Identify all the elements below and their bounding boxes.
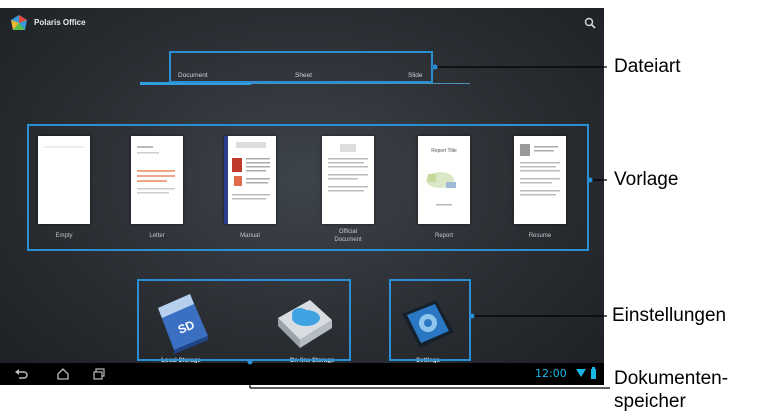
storage-section: SD Local Storage On-line Storage Setting… (0, 288, 604, 368)
search-icon[interactable] (584, 17, 596, 29)
settings-tablet-icon[interactable] (396, 296, 458, 354)
callout-vorlage: Vorlage (614, 169, 679, 190)
template-label-line: Official (338, 229, 358, 235)
clock: 12:00 (535, 367, 567, 380)
callout-dateiart: Dateiart (614, 56, 681, 77)
home-icon[interactable] (56, 367, 70, 381)
callout-dokumentenspeicher-line1: Dokumenten- (614, 368, 729, 389)
template-gallery: Empty Letter Manual Official Document Re… (0, 130, 604, 260)
tablet-screen: Polaris Office Document Sheet Slide Empt… (0, 8, 604, 385)
manual-template-icon (224, 136, 270, 224)
sd-card-icon[interactable]: SD (148, 290, 214, 356)
template-label: Report (434, 233, 453, 239)
callout-einstellungen: Einstellungen (612, 305, 727, 326)
template-label-line: Document (334, 237, 362, 243)
template-label: Letter (149, 233, 165, 239)
template-official-document[interactable] (322, 136, 374, 224)
official-document-template-icon (328, 144, 368, 192)
cloud-storage-icon[interactable] (270, 292, 338, 354)
battery-icon (591, 367, 596, 379)
report-title-text: Report Title (431, 148, 457, 154)
tab-active-indicator (140, 82, 251, 85)
template-resume[interactable] (514, 136, 566, 224)
template-label: Manual (240, 233, 260, 239)
template-label: Resume (528, 233, 552, 239)
callout-dokumentenspeicher-line2: speicher (614, 391, 686, 412)
template-manual[interactable] (224, 136, 276, 224)
app-title: Polaris Office (34, 18, 86, 27)
template-label: Official Document (303, 228, 393, 244)
wifi-icon (576, 369, 586, 377)
resume-template-icon (520, 144, 560, 196)
letter-template-icon (137, 146, 175, 194)
template-report[interactable]: Report Title (418, 136, 470, 224)
template-empty[interactable] (38, 136, 90, 224)
tab-sheet[interactable]: Sheet (295, 72, 312, 79)
report-template-icon: Report Title (426, 148, 457, 206)
empty-template-icon (44, 146, 84, 148)
tab-slide[interactable]: Slide (408, 72, 422, 79)
android-navbar: 12:00 (0, 363, 604, 385)
template-letter[interactable] (131, 136, 183, 224)
recent-apps-icon[interactable] (92, 367, 106, 381)
template-label: Empty (55, 233, 73, 239)
polaris-logo-icon[interactable] (10, 14, 28, 32)
tab-document[interactable]: Document (178, 72, 208, 79)
back-icon[interactable] (14, 367, 28, 381)
file-type-tabs: Document Sheet Slide (140, 66, 470, 86)
app-header: Polaris Office (0, 8, 604, 36)
